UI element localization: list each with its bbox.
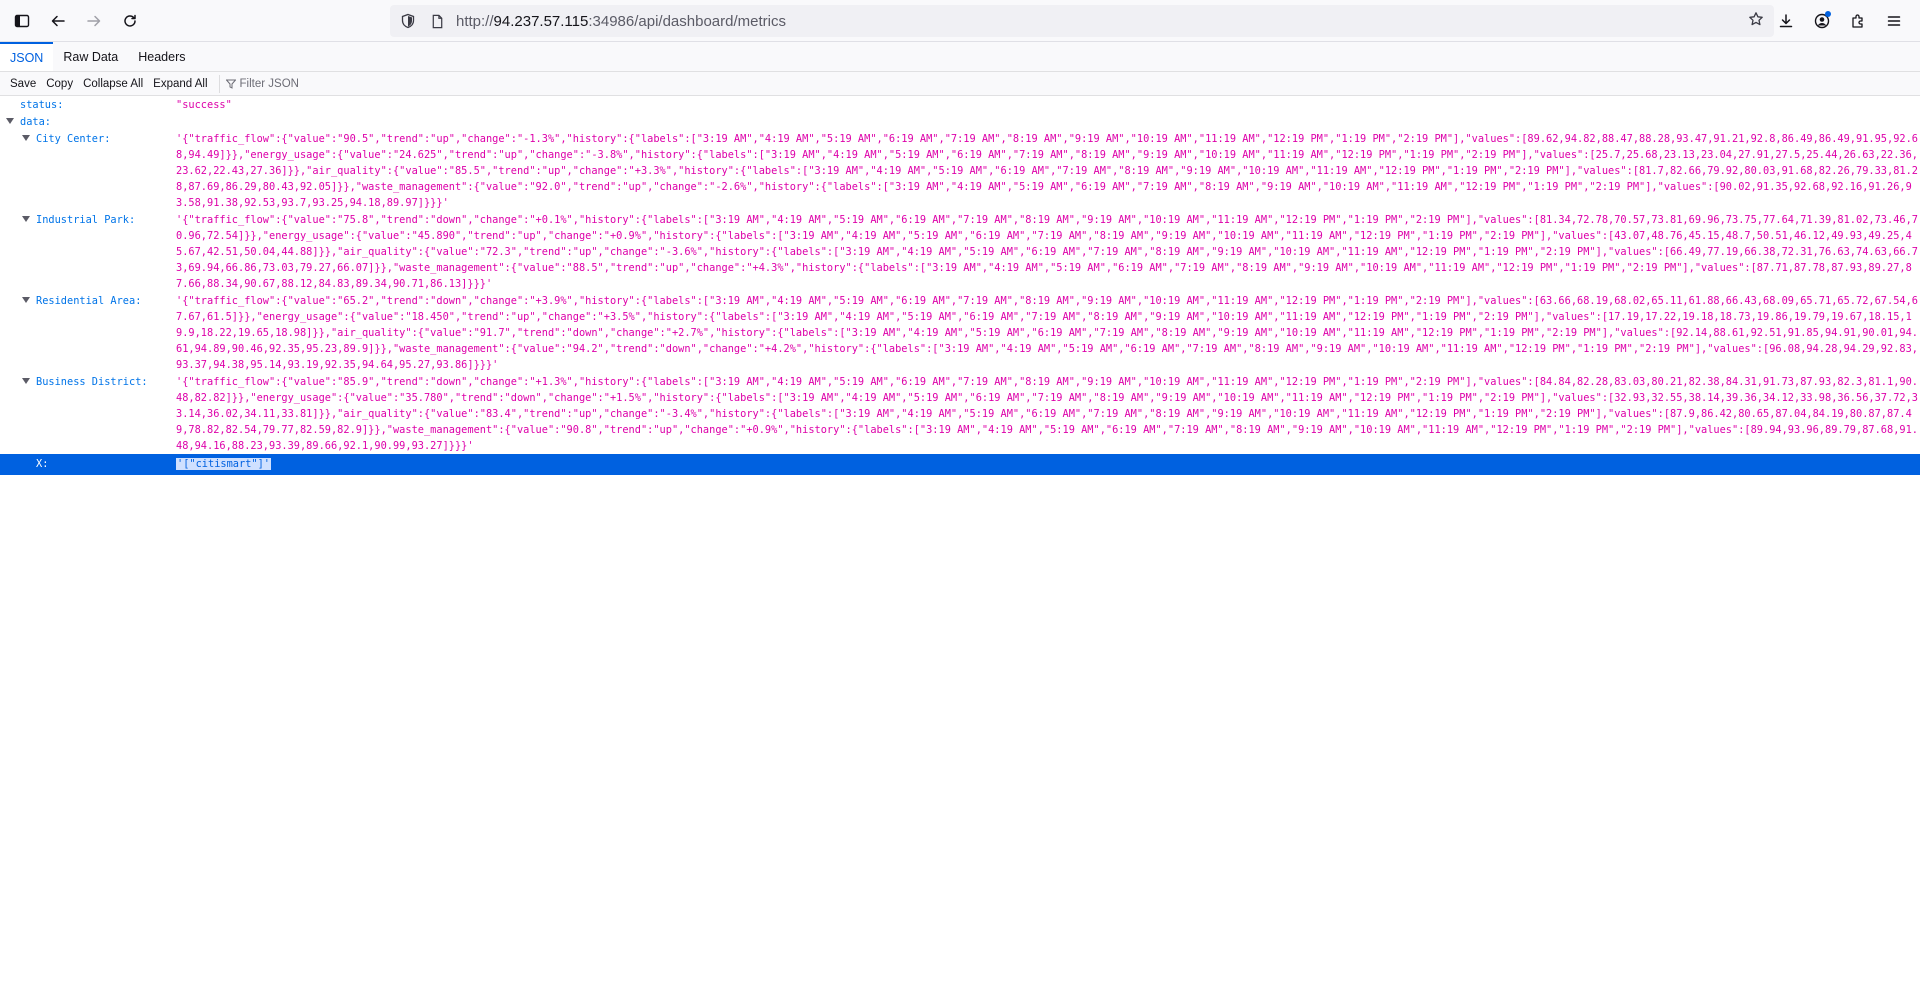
expand-twisty-icon [22,297,30,303]
url-path: :34986/api/dashboard/metrics [588,12,786,30]
tab-json[interactable]: JSON [0,42,54,71]
tree-row-x[interactable]: X: '["citismart"]' [0,454,1920,475]
filter-json-input[interactable]: Filter JSON [218,74,299,93]
filter-icon [225,79,236,89]
tree-row-city-center[interactable]: City Center: '{"traffic_flow":{"value":"… [0,130,1920,211]
tree-value: '{"traffic_flow":{"value":"75.8","trend"… [176,214,1918,290]
tree-row-industrial-park[interactable]: Industrial Park: '{"traffic_flow":{"valu… [0,211,1920,292]
expand-twisty-icon [6,118,14,124]
tree-key: Residential Area: [0,293,176,309]
account-notification-dot [1825,11,1831,17]
expand-twisty-icon [22,135,30,141]
star-icon[interactable] [1748,11,1764,32]
tab-headers[interactable]: Headers [128,42,195,71]
save-button[interactable]: Save [5,78,41,90]
tree-row-residential-area[interactable]: Residential Area: '{"traffic_flow":{"val… [0,292,1920,373]
back-icon[interactable] [42,5,74,37]
expand-all-button[interactable]: Expand All [148,78,212,90]
url-bar[interactable]: http://94.237.57.115:34986/api/dashboard… [390,5,1774,37]
tree-key: City Center: [0,131,176,147]
page-icon[interactable] [430,13,446,29]
expand-twisty-icon [22,378,30,384]
viewer-tabs: JSON Raw Data Headers [0,42,1920,72]
json-tree: status: "success" data: City Center: '{"… [0,96,1920,475]
tree-value: '{"traffic_flow":{"value":"90.5","trend"… [176,133,1918,209]
tree-row-business-district[interactable]: Business District: '{"traffic_flow":{"va… [0,373,1920,454]
tree-row-data[interactable]: data: [0,113,1920,130]
forward-icon[interactable] [78,5,110,37]
tree-key: Business District: [0,374,176,390]
tree-value: '{"traffic_flow":{"value":"65.2","trend"… [176,295,1918,371]
copy-button[interactable]: Copy [41,78,78,90]
tab-raw-data[interactable]: Raw Data [53,42,128,71]
expand-twisty-icon [22,216,30,222]
account-icon[interactable] [1806,5,1838,37]
sidebar-icon[interactable] [6,5,38,37]
reload-icon[interactable] [114,5,146,37]
browser-toolbar: http://94.237.57.115:34986/api/dashboard… [0,0,1920,42]
tree-key: data: [0,114,176,130]
tree-value: '{"traffic_flow":{"value":"85.9","trend"… [176,376,1918,452]
tree-key: Industrial Park: [0,212,176,228]
viewer-actions: Save Copy Collapse All Expand All Filter… [0,72,1920,96]
shield-icon[interactable] [400,12,418,30]
selected-value-text: '["citismart"]' [176,458,271,470]
tree-key: status: [20,99,64,111]
menu-icon[interactable] [1878,5,1910,37]
filter-placeholder: Filter JSON [239,77,299,90]
url-host: 94.237.57.115 [493,12,589,30]
collapse-all-button[interactable]: Collapse All [78,78,148,90]
tree-row-status[interactable]: status: "success" [0,96,1920,113]
tree-key: X: [36,458,49,470]
extensions-icon[interactable] [1842,5,1874,37]
tree-value: '["citismart"]' [176,456,1920,472]
download-icon[interactable] [1770,5,1802,37]
url-scheme: http:// [456,12,494,30]
tree-value: "success" [176,99,232,111]
